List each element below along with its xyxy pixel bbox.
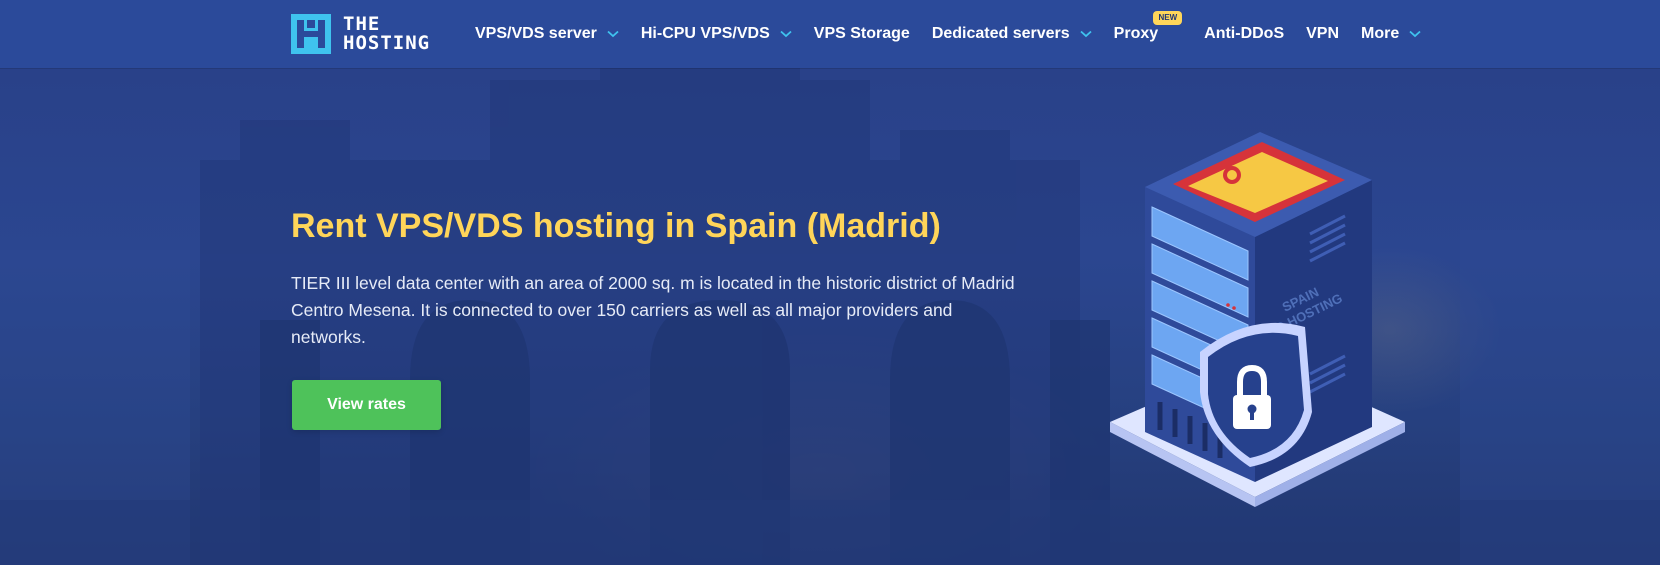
chevron-down-icon <box>780 30 792 38</box>
logo-line-2: HOSTING <box>343 32 431 54</box>
nav-item-hi-cpu-vps-vds[interactable]: Hi-CPU VPS/VDS <box>641 25 792 43</box>
hero-description: TIER III level data center with an area … <box>291 273 1015 347</box>
nav-item-vpn[interactable]: VPN <box>1306 25 1339 43</box>
nav-item-vps-storage[interactable]: VPS Storage <box>814 25 910 43</box>
chevron-down-icon <box>1080 30 1092 38</box>
nav-item-label: VPS/VDS server <box>475 25 597 42</box>
nav-item-label: More <box>1361 25 1400 42</box>
nav-item-label: Proxy <box>1113 25 1159 42</box>
nav-item-label: Hi-CPU VPS/VDS <box>640 25 770 42</box>
view-rates-button[interactable]: View rates <box>292 380 441 430</box>
chevron-down-icon <box>607 30 619 38</box>
hero-title: Rent VPS/VDS hosting in Spain (Madrid) <box>291 207 941 245</box>
nav-item-proxy[interactable]: Proxy NEW <box>1113 11 1183 43</box>
site-logo[interactable]: THE HOSTING <box>291 14 430 54</box>
nav-item-label: Dedicated servers <box>931 25 1070 42</box>
nav-item-label: VPS Storage <box>813 25 910 42</box>
nav-item-vps-vds-server[interactable]: VPS/VDS server <box>475 25 619 43</box>
nav-item-label: Anti-DDoS <box>1204 25 1285 42</box>
logo-wordmark: THE HOSTING <box>343 15 430 53</box>
chevron-down-icon <box>1409 30 1421 38</box>
main-nav: VPS/VDS server Hi-CPU VPS/VDS VPS Storag… <box>475 0 1443 68</box>
nav-item-anti-ddos[interactable]: Anti-DDoS <box>1204 25 1284 43</box>
top-navbar: THE HOSTING VPS/VDS server Hi-CPU VPS/VD… <box>0 0 1660 68</box>
nav-item-dedicated-servers[interactable]: Dedicated servers <box>932 25 1092 43</box>
new-badge: NEW <box>1153 11 1183 25</box>
nav-item-more[interactable]: More <box>1361 25 1421 43</box>
logo-mark-icon <box>291 14 331 54</box>
server-illustration: SPAIN PQ.HOSTING <box>1110 132 1405 507</box>
nav-item-label: VPN <box>1306 25 1340 42</box>
